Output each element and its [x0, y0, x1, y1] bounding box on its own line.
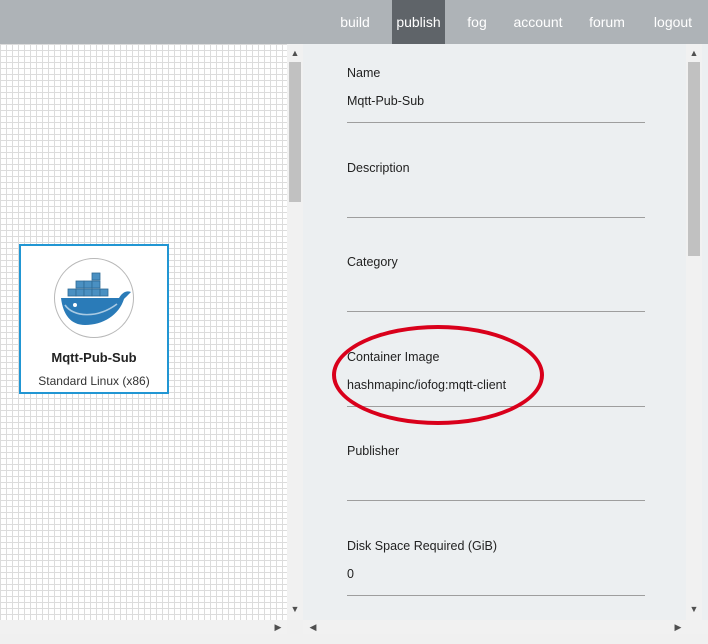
scroll-up-arrow-icon[interactable]: ▲	[687, 47, 701, 59]
properties-panel: Name Mqtt-Pub-Sub Description Category C…	[303, 44, 708, 620]
field-underline	[347, 595, 645, 596]
left-vertical-scrollbar[interactable]: ▲ ▼	[287, 44, 303, 620]
left-horizontal-scrollbar[interactable]: ▶	[0, 620, 287, 634]
field-category-label: Category	[347, 255, 398, 269]
field-description-label: Description	[347, 161, 410, 175]
canvas-grid[interactable]: Mqtt-Pub-Sub Standard Linux (x86)	[0, 44, 287, 620]
element-card[interactable]: Mqtt-Pub-Sub Standard Linux (x86)	[19, 244, 169, 394]
nav-account[interactable]: account	[508, 0, 568, 44]
scroll-thumb[interactable]	[688, 62, 700, 256]
field-underline	[347, 500, 645, 501]
docker-whale-icon	[54, 258, 134, 338]
nav-logout[interactable]: logout	[646, 0, 700, 44]
card-title: Mqtt-Pub-Sub	[51, 350, 137, 365]
nav-forum[interactable]: forum	[582, 0, 632, 44]
nav-fog[interactable]: fog	[459, 0, 495, 44]
scroll-up-arrow-icon[interactable]: ▲	[288, 47, 302, 59]
nav-publish[interactable]: publish	[392, 0, 445, 44]
field-name-label: Name	[347, 66, 381, 80]
right-horizontal-scrollbar[interactable]: ◀ ▶	[303, 620, 708, 634]
field-publisher-label: Publisher	[347, 444, 400, 458]
field-underline	[347, 311, 645, 312]
field-underline	[347, 217, 645, 218]
scroll-left-arrow-icon[interactable]: ◀	[306, 621, 320, 633]
field-name-value[interactable]: Mqtt-Pub-Sub	[347, 94, 424, 108]
scroll-down-arrow-icon[interactable]: ▼	[288, 603, 302, 615]
nav-build[interactable]: build	[330, 0, 380, 44]
card-subtitle: Standard Linux (x86)	[38, 374, 150, 388]
field-disk-space-value[interactable]: 0	[347, 567, 354, 581]
scroll-thumb[interactable]	[289, 62, 301, 202]
right-vertical-scrollbar[interactable]: ▲ ▼	[686, 44, 702, 620]
field-disk-space-label: Disk Space Required (GiB)	[347, 539, 498, 553]
scroll-down-arrow-icon[interactable]: ▼	[687, 603, 701, 615]
field-underline	[347, 122, 645, 123]
scroll-right-arrow-icon[interactable]: ▶	[271, 621, 285, 633]
highlight-circle	[332, 325, 544, 425]
scroll-right-arrow-icon[interactable]: ▶	[671, 621, 685, 633]
top-navigation: build publish fog account forum logout	[0, 0, 708, 44]
